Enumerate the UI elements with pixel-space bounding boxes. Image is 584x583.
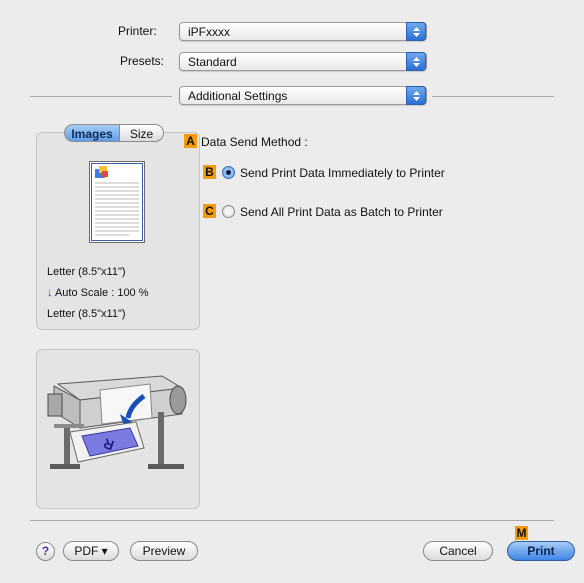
preview-button[interactable]: Preview — [130, 541, 198, 561]
section-separator-right — [432, 96, 554, 97]
section-select[interactable]: Additional Settings — [179, 86, 427, 105]
arrow-down-icon: ↓ — [47, 287, 53, 299]
tab-images[interactable]: Images — [64, 124, 120, 142]
printer-label: Printer: — [118, 24, 157, 38]
send-batch-label[interactable]: Send All Print Data as Batch to Printer — [240, 205, 443, 219]
badge-c: C — [203, 204, 216, 218]
section-select-value: Additional Settings — [188, 89, 288, 103]
printer-select[interactable]: iPFxxxx — [179, 22, 427, 41]
badge-m: M — [515, 526, 528, 540]
updown-arrows-icon — [406, 52, 426, 71]
badge-b: B — [203, 165, 216, 179]
help-button[interactable]: ? — [36, 542, 55, 561]
page-thumbnail — [89, 161, 145, 246]
printer-select-value: iPFxxxx — [188, 25, 230, 39]
paper-size-bottom: Letter (8.5"x11") — [47, 308, 126, 320]
tab-size[interactable]: Size — [120, 124, 164, 142]
paper-size-top: Letter (8.5"x11") — [47, 266, 126, 278]
presets-label: Presets: — [120, 54, 165, 68]
printer-illustration: R — [40, 366, 195, 479]
send-immediately-label[interactable]: Send Print Data Immediately to Printer — [240, 166, 445, 180]
badge-a: A — [184, 134, 197, 148]
cancel-button[interactable]: Cancel — [423, 541, 493, 561]
radio-send-batch[interactable] — [222, 205, 235, 218]
section-separator-left — [30, 96, 172, 97]
print-button[interactable]: Print — [507, 541, 575, 561]
auto-scale-text: Auto Scale : 100 % — [54, 287, 149, 299]
pdf-button[interactable]: PDF ▾ — [63, 541, 119, 561]
radio-send-immediately[interactable] — [222, 166, 235, 179]
presets-select[interactable]: Standard — [179, 52, 427, 71]
updown-arrows-icon — [406, 22, 426, 41]
preview-tabs: Images Size — [64, 124, 164, 142]
footer-separator — [30, 520, 554, 521]
presets-select-value: Standard — [188, 55, 237, 69]
data-send-method-title: Data Send Method : — [201, 135, 308, 149]
auto-scale-row: ↓ Auto Scale : 100 % — [47, 287, 149, 299]
updown-arrows-icon — [406, 86, 426, 105]
